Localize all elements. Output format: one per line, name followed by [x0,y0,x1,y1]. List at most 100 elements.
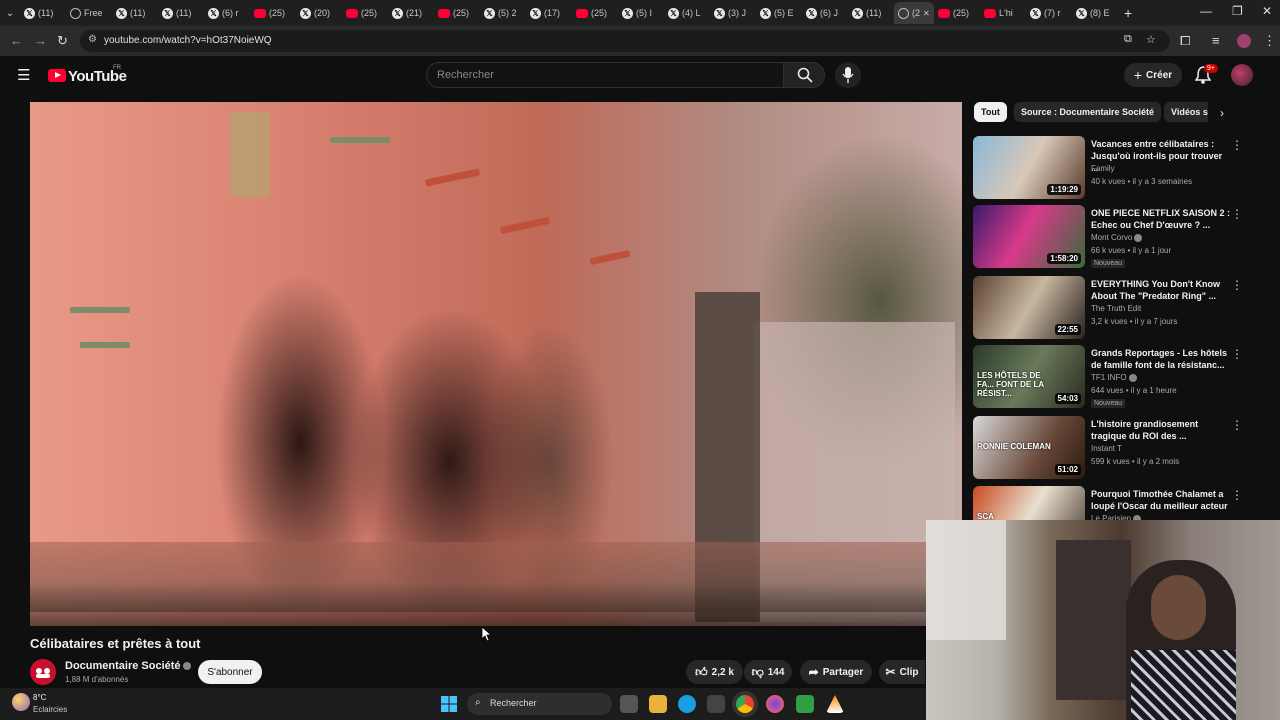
voice-search-button[interactable] [835,62,861,88]
recommendation-thumbnail[interactable]: 1:19:29 [973,136,1085,199]
more-actions-icon[interactable]: ⋮ [1231,138,1243,152]
recommendation-item[interactable]: RONNIE COLEMAN 51:02 L'histoire grandiosem… [973,416,1253,482]
tab-search-chevron-icon[interactable]: ⌄ [0,8,20,19]
create-button[interactable]: + Créer [1124,63,1182,87]
recommendation-channel[interactable]: Instant T [1091,444,1122,453]
browser-tab[interactable]: 𝕏 (20) [296,2,342,24]
recommendation-thumbnail[interactable]: 1:58:20 [973,205,1085,268]
more-actions-icon[interactable]: ⋮ [1231,488,1243,502]
recommendation-title[interactable]: EVERYTHING You Don't Know About The "Pre… [1091,278,1231,302]
chip-all[interactable]: Tout [974,102,1007,122]
subscribe-button[interactable]: S'abonner [198,660,262,684]
browser-tab[interactable]: (25) [572,2,618,24]
search-input[interactable]: Rechercher [426,62,784,88]
browser-tab[interactable]: 𝕏 (11) [20,2,66,24]
file-explorer-icon[interactable] [649,695,667,713]
recommendation-channel[interactable]: The Truth Edit [1091,304,1141,313]
maximize-icon[interactable]: ❐ [1232,4,1243,18]
like-button[interactable]: 👍︎ 2,2 k [686,660,743,684]
browser-tab[interactable]: 𝕏 (7) r [1026,2,1072,24]
install-app-icon[interactable]: ⧉ [1124,33,1132,46]
recommendation-channel[interactable]: Family [1091,164,1115,173]
profile-avatar[interactable] [1237,34,1251,48]
windows-start-icon[interactable] [441,696,457,712]
browser-tab[interactable]: 𝕏 (5) E [756,2,802,24]
youtube-logo-icon[interactable] [48,69,66,82]
browser-menu-icon[interactable]: ⋮ [1263,33,1276,49]
recommendation-title[interactable]: L'histoire grandiosement tragique du ROI… [1091,418,1231,442]
search-button[interactable] [783,62,825,88]
taskbar-search[interactable]: ⌕ Rechercher [467,693,612,715]
browser-tab[interactable]: (25) [342,2,388,24]
recommendation-channel[interactable]: Mont Corvo [1091,233,1143,242]
recommendation-thumbnail[interactable]: 22:55 [973,276,1085,339]
recommendation-title[interactable]: Grands Reportages - Les hôtels de famill… [1091,347,1231,371]
browser-tab[interactable]: 𝕏 (17) [526,2,572,24]
more-actions-icon[interactable]: ⋮ [1231,347,1243,361]
forward-icon[interactable]: → [34,33,47,48]
site-info-icon[interactable]: ⚙ [88,34,97,45]
reload-icon[interactable]: ↻ [57,33,68,49]
recommendation-item[interactable]: LES HÔTELS DE FA... FONT DE LA RÉSIST...… [973,345,1253,411]
dislike-button[interactable]: 👎︎ 144 [744,660,792,684]
browser-tab[interactable]: 𝕏 (11) [112,2,158,24]
browser-tab[interactable]: 𝕏 (11) [158,2,204,24]
bookmark-star-icon[interactable]: ☆ [1146,33,1156,46]
firefox-icon[interactable] [766,695,784,713]
browser-tab[interactable]: 𝕏 (5) 2 [480,2,526,24]
browser-tab[interactable]: 𝕏 (8) E [1072,2,1118,24]
browser-tab[interactable]: L'hi [980,2,1026,24]
browser-tab[interactable]: (2 ✕ [894,2,934,24]
like-count: 2,2 k [711,666,734,678]
weather-icon[interactable] [12,693,30,711]
app-icon[interactable] [796,695,814,713]
share-button[interactable]: ➦ Partager [800,660,872,684]
weather-description[interactable]: Eclaircies [33,705,67,714]
close-tab-icon[interactable]: ✕ [923,9,930,18]
hamburger-menu-icon[interactable]: ☰ [17,66,30,84]
browser-tab[interactable]: 𝕏 (4) L [664,2,710,24]
browser-tab[interactable]: (25) [250,2,296,24]
task-view-icon[interactable] [620,695,638,713]
tab-title: (11) [176,8,192,18]
channel-avatar[interactable] [30,659,56,685]
chips-next-chevron-icon[interactable]: › [1220,106,1224,120]
store-icon[interactable] [707,695,725,713]
back-icon[interactable]: ← [10,33,23,48]
new-tab-icon[interactable]: + [1124,5,1132,21]
browser-tab[interactable]: 𝕏 (11) [848,2,894,24]
media-control-icon[interactable]: ≡ [1212,33,1220,48]
browser-tab[interactable]: Free [66,2,112,24]
browser-tab[interactable]: 𝕏 (6) J [802,2,848,24]
recommendation-item[interactable]: 22:55 EVERYTHING You Don't Know About The… [973,276,1253,342]
account-avatar[interactable] [1231,64,1253,86]
browser-tab[interactable]: 𝕏 (3) J [710,2,756,24]
extensions-icon[interactable]: ⧠ [1180,33,1190,49]
url-field[interactable]: ⚙ youtube.com/watch?v=hOt37NoieWQ ⧉ ☆ [80,30,1170,52]
close-window-icon[interactable]: ✕ [1262,4,1272,18]
browser-tab[interactable]: 𝕏 (5) I [618,2,664,24]
clip-button[interactable]: ✂ Clip [879,660,925,684]
recommendation-thumbnail[interactable]: RONNIE COLEMAN 51:02 [973,416,1085,479]
recommendation-item[interactable]: 1:58:20 ONE PIECE NETFLIX SAISON 2 : Eche… [973,205,1253,271]
recommendation-title[interactable]: Pourquoi Timothée Chalamet a loupé l'Osc… [1091,488,1231,512]
more-actions-icon[interactable]: ⋮ [1231,418,1243,432]
browser-tab[interactable]: 𝕏 (21) [388,2,434,24]
browser-tab[interactable]: (25) [934,2,980,24]
chip-videos[interactable]: Vidéos s [1164,102,1208,122]
recommendation-thumbnail[interactable]: LES HÔTELS DE FA... FONT DE LA RÉSIST...… [973,345,1085,408]
video-player[interactable] [30,102,962,626]
recommendation-item[interactable]: 1:19:29 Vacances entre célibataires : Jus… [973,136,1253,202]
more-actions-icon[interactable]: ⋮ [1231,207,1243,221]
browser-tab[interactable]: 𝕏 (6) r [204,2,250,24]
chip-source[interactable]: Source : Documentaire Société [1014,102,1162,122]
browser-tab[interactable]: (25) [434,2,480,24]
weather-temperature[interactable]: 8°C [33,693,46,702]
recommendation-channel[interactable]: TF1 INFO [1091,373,1137,382]
minimize-icon[interactable]: — [1200,4,1212,18]
recommendation-title[interactable]: ONE PIECE NETFLIX SAISON 2 : Echec ou Ch… [1091,207,1231,231]
chrome-icon[interactable] [736,695,754,713]
more-actions-icon[interactable]: ⋮ [1231,278,1243,292]
edge-browser-icon[interactable] [678,695,696,713]
channel-name[interactable]: Documentaire Société [65,660,191,672]
